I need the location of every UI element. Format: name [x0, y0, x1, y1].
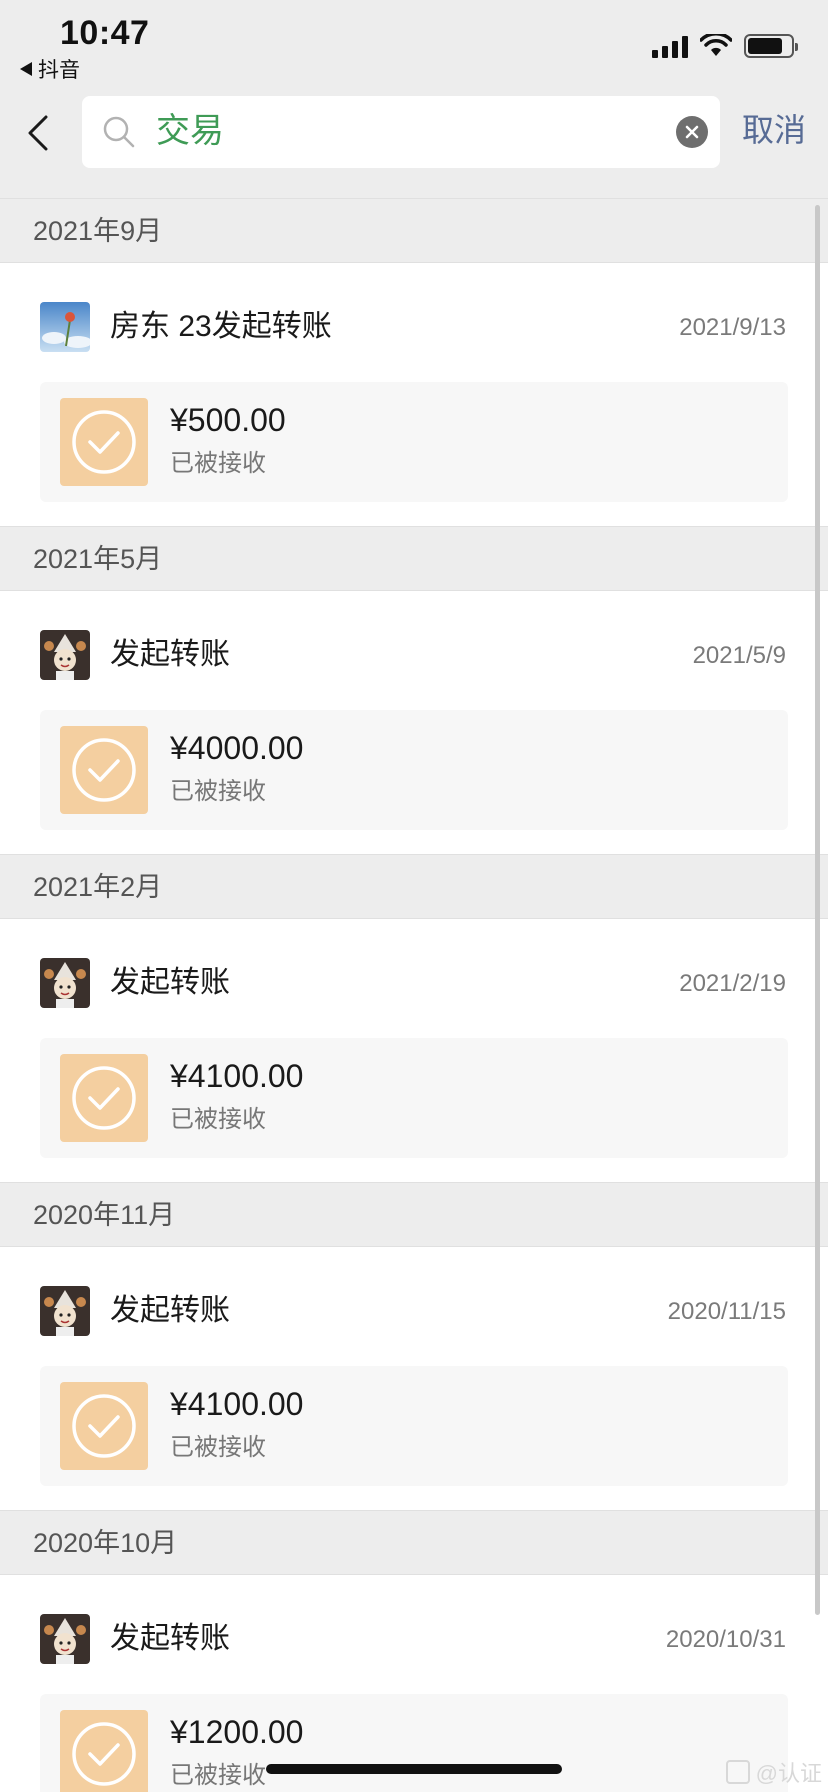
watermark: @认证 — [725, 1756, 822, 1788]
back-app-label: 抖音 — [38, 59, 80, 82]
transfer-received-badge — [60, 726, 148, 814]
cellular-signal-icon — [652, 34, 688, 58]
entry-date: 2021/9/13 — [679, 314, 786, 341]
clear-search-button[interactable] — [676, 116, 708, 148]
transfer-list-item[interactable]: 发起转账 2020/10/31 ¥1200.00 已被接收 — [0, 1575, 828, 1792]
transfer-amount: ¥500.00 — [170, 402, 286, 438]
transfer-received-badge — [60, 1710, 148, 1792]
transfer-status: 已被接收 — [170, 1106, 266, 1133]
transfer-list-item[interactable]: 发起转账 2021/2/19 ¥4100.00 已被接收 — [0, 919, 828, 1182]
status-time: 10:47 — [60, 14, 150, 52]
transfer-amount: ¥1200.00 — [170, 1714, 304, 1750]
transfer-received-badge — [60, 398, 148, 486]
transfer-status: 已被接收 — [170, 1762, 266, 1789]
transfer-status: 已被接收 — [170, 450, 266, 477]
entry-date: 2021/5/9 — [692, 642, 786, 669]
entry-title: 发起转账 — [110, 966, 230, 999]
search-header: 交易 取消 — [0, 88, 828, 198]
avatar[interactable] — [40, 630, 90, 680]
transfer-status: 已被接收 — [170, 778, 266, 805]
status-icons — [652, 34, 798, 58]
home-indicator[interactable] — [266, 1764, 562, 1774]
avatar[interactable] — [40, 958, 90, 1008]
status-bar: 10:47 抖音 — [0, 0, 828, 88]
transfer-card[interactable]: ¥4100.00 已被接收 — [40, 1366, 788, 1486]
entry-date: 2020/10/31 — [665, 1626, 786, 1653]
transaction-list: 2021年9月 房东 23发起转账 2021/9/13 ¥500.00 已被接收… — [0, 198, 828, 1792]
transfer-received-badge — [60, 1382, 148, 1470]
entry-title: 房东 23发起转账 — [110, 310, 332, 343]
cancel-button[interactable]: 取消 — [742, 108, 806, 152]
wifi-icon — [700, 34, 732, 56]
transfer-card[interactable]: ¥1200.00 已被接收 — [40, 1694, 788, 1792]
check-circle-icon — [72, 738, 136, 802]
month-header: 2021年2月 — [0, 854, 828, 919]
entry-title: 发起转账 — [110, 1294, 230, 1327]
avatar[interactable] — [40, 1286, 90, 1336]
transfer-list-item[interactable]: 发起转账 2020/11/15 ¥4100.00 已被接收 — [0, 1247, 828, 1510]
check-circle-icon — [72, 410, 136, 474]
search-input[interactable]: 交易 — [82, 96, 720, 168]
check-circle-icon — [72, 1394, 136, 1458]
watermark-text: @认证 — [755, 1761, 822, 1786]
month-header: 2021年9月 — [0, 198, 828, 263]
chevron-left-icon — [28, 115, 48, 151]
back-to-app-link[interactable]: 抖音 — [20, 54, 80, 84]
check-circle-icon — [72, 1066, 136, 1130]
transfer-amount: ¥4100.00 — [170, 1386, 304, 1422]
entry-title: 发起转账 — [110, 1622, 230, 1655]
avatar[interactable] — [40, 1614, 90, 1664]
transfer-list-item[interactable]: 房东 23发起转账 2021/9/13 ¥500.00 已被接收 — [0, 263, 828, 526]
avatar[interactable] — [40, 302, 90, 352]
transfer-list-item[interactable]: 发起转账 2021/5/9 ¥4000.00 已被接收 — [0, 591, 828, 854]
back-triangle-icon — [20, 62, 32, 76]
month-header: 2021年5月 — [0, 526, 828, 591]
transfer-received-badge — [60, 1054, 148, 1142]
transfer-card[interactable]: ¥4000.00 已被接收 — [40, 710, 788, 830]
entry-date: 2021/2/19 — [679, 970, 786, 997]
transfer-card[interactable]: ¥500.00 已被接收 — [40, 382, 788, 502]
transfer-amount: ¥4100.00 — [170, 1058, 304, 1094]
scrollbar[interactable] — [815, 205, 820, 1615]
back-button[interactable] — [18, 108, 58, 158]
entry-title: 发起转账 — [110, 638, 230, 671]
transfer-card[interactable]: ¥4100.00 已被接收 — [40, 1038, 788, 1158]
battery-icon — [744, 34, 798, 58]
check-circle-icon — [72, 1722, 136, 1786]
entry-date: 2020/11/15 — [667, 1298, 786, 1325]
transfer-amount: ¥4000.00 — [170, 730, 304, 766]
month-header: 2020年10月 — [0, 1510, 828, 1575]
watermark-logo-icon — [725, 1760, 750, 1784]
month-header: 2020年11月 — [0, 1182, 828, 1247]
close-icon — [685, 125, 699, 139]
transfer-status: 已被接收 — [170, 1434, 266, 1461]
search-query-text[interactable]: 交易 — [156, 106, 224, 156]
search-icon — [103, 116, 135, 148]
